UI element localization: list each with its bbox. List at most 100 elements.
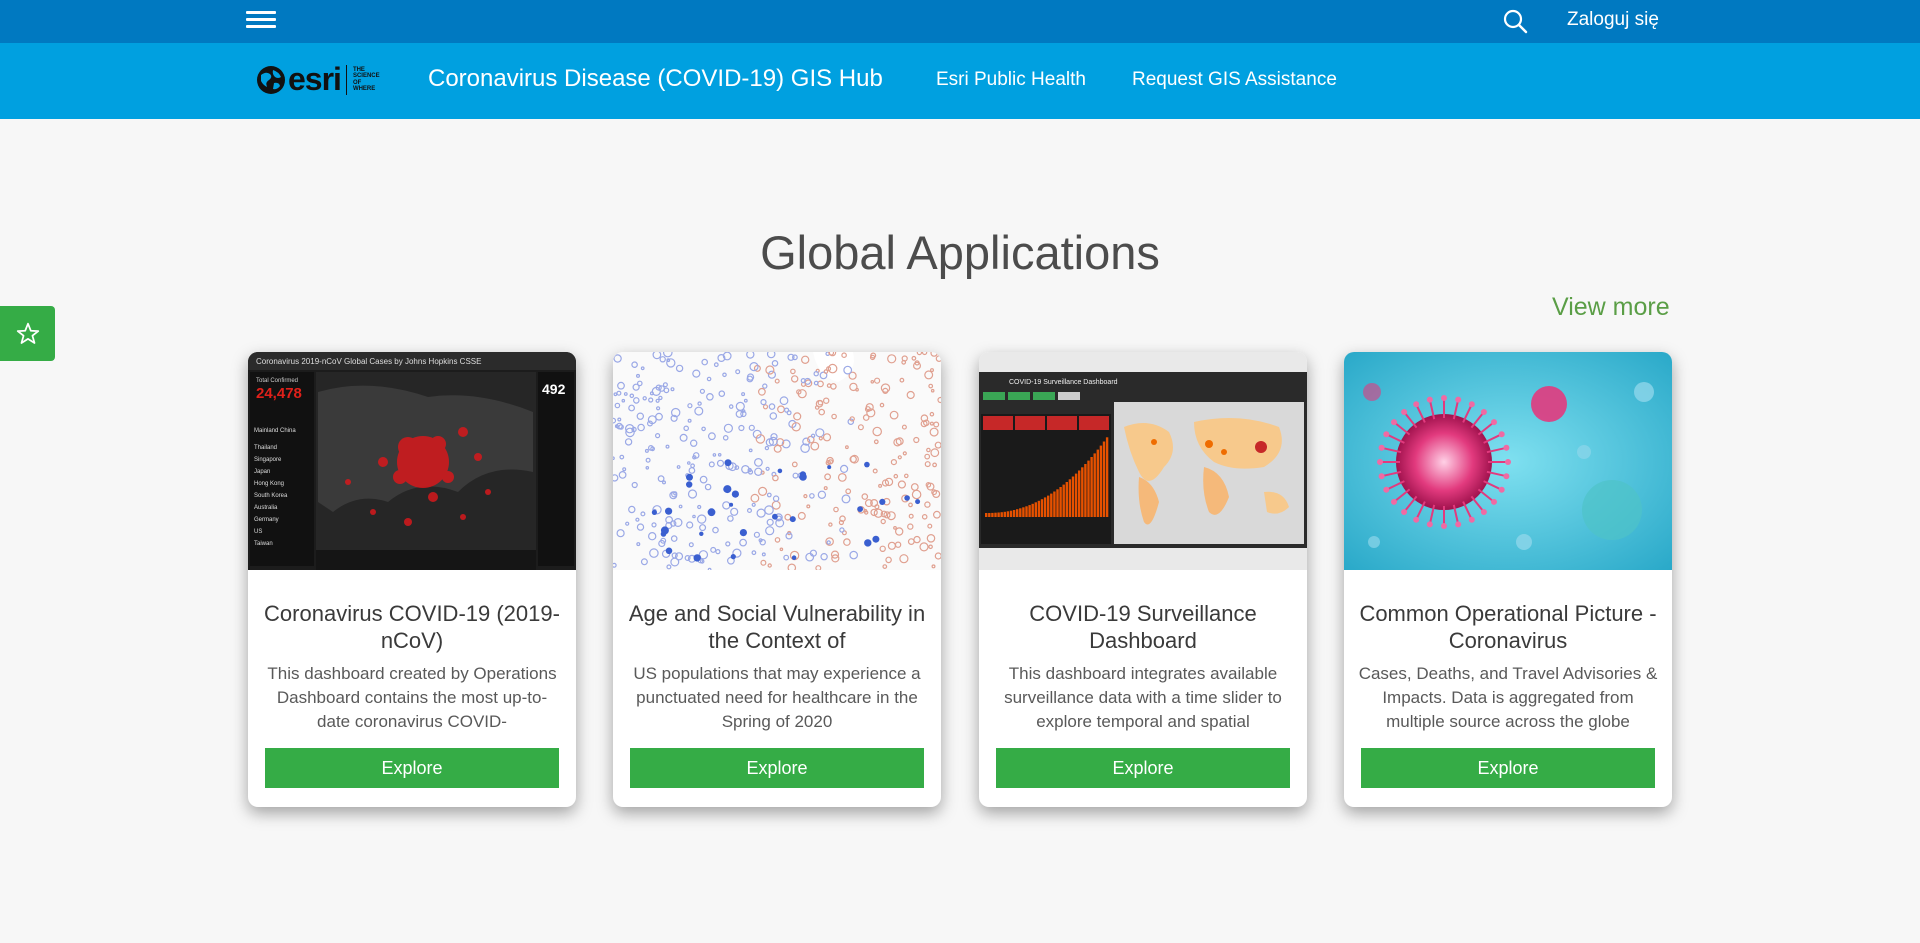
decorative-dot — [686, 473, 693, 481]
decorative-bar — [1056, 489, 1059, 517]
decorative-spike-tip — [1468, 516, 1475, 523]
decorative-bar — [1062, 484, 1065, 517]
decorative-bar — [1099, 445, 1103, 517]
decorative-bar — [1019, 508, 1022, 517]
decorative-spike-tip — [1413, 401, 1420, 408]
decorative-spike-tip — [1391, 498, 1397, 505]
menu-icon[interactable] — [246, 7, 276, 35]
thumb-country: Japan — [254, 469, 270, 475]
thumb-total-value: 24,478 — [256, 385, 302, 402]
decorative-dot — [730, 554, 736, 560]
nav-link-request-gis-assistance[interactable]: Request GIS Assistance — [1132, 69, 1337, 91]
decorative-bar — [1078, 470, 1081, 517]
login-link[interactable]: Zaloguj się — [1567, 9, 1659, 31]
decorative-bar — [1074, 473, 1078, 517]
card-description: US populations that may experience a pun… — [633, 664, 921, 731]
explore-button[interactable]: Explore — [1361, 748, 1655, 788]
decorative-bar — [1047, 495, 1050, 517]
nav-link-esri-public-health[interactable]: Esri Public Health — [936, 69, 1086, 91]
decorative-bar — [1006, 511, 1010, 517]
decorative-bar — [985, 513, 988, 517]
thumb-country: Hong Kong — [254, 481, 284, 487]
decorative-bar — [988, 513, 991, 517]
hub-title[interactable]: Coronavirus Disease (COVID-19) GIS Hub — [428, 65, 883, 93]
decorative-spike-tip — [1401, 509, 1408, 515]
decorative-bar — [1065, 482, 1068, 517]
decorative-spike-tip — [1491, 498, 1497, 505]
app-card-covid19-surveillance[interactable]: COVID-19 Surveillance Dashboard COVID-19… — [979, 352, 1307, 807]
decorative-spike-tip — [1480, 409, 1487, 415]
decorative-bar — [1087, 460, 1090, 517]
logo-divider — [345, 64, 347, 95]
logo-wordmark: esri — [288, 61, 342, 97]
decorative-bar — [1025, 506, 1028, 517]
decorative-bar — [1084, 464, 1087, 517]
thumb-country: South Korea — [254, 493, 288, 499]
decorative-dot — [879, 498, 886, 505]
esri-logo[interactable]: esri THE SCIENCE OF WHERE — [256, 61, 385, 98]
decorative-spike-tip — [1503, 444, 1510, 451]
explore-button[interactable]: Explore — [996, 748, 1290, 788]
explore-button[interactable]: Explore — [265, 748, 559, 788]
top-bar: Zaloguj się — [0, 0, 1920, 43]
card-description: This dashboard integrates available surv… — [1004, 664, 1282, 731]
decorative-dot — [789, 516, 796, 523]
decorative-bar — [1071, 476, 1075, 517]
view-more-link[interactable]: View more — [1552, 293, 1670, 322]
decorative-dot — [665, 507, 673, 515]
decorative-dot — [739, 529, 747, 537]
decorative-dot — [777, 468, 783, 474]
thumb-country: Singapore — [254, 457, 282, 463]
decorative-spike-tip — [1426, 396, 1433, 403]
thumb-country: Taiwan — [254, 541, 273, 547]
decorative-spike-tip — [1391, 419, 1397, 426]
hub-navbar: esri THE SCIENCE OF WHERE Coronavirus Di… — [0, 43, 1920, 119]
decorative-dot — [904, 495, 910, 501]
decorative-spike-tip — [1455, 396, 1462, 403]
thumb-side-number: 492 — [542, 381, 566, 397]
thumb-country: US — [254, 529, 262, 535]
app-card-age-social-vulnerability[interactable]: Age and Social Vulnerability in the Cont… — [613, 352, 941, 807]
card-thumbnail[interactable]: COVID-19 Surveillance Dashboard — [979, 352, 1307, 570]
app-card-coronavirus-dashboard[interactable]: Coronavirus 2019-nCoV Global Cases by Jo… — [248, 352, 576, 807]
decorative-bar — [1096, 449, 1099, 517]
thumb-header: COVID-19 Surveillance Dashboard — [1009, 379, 1118, 386]
decorative-dot — [731, 490, 739, 498]
card-title[interactable]: Coronavirus COVID-19 (2019-nCoV) — [262, 600, 562, 656]
explore-button[interactable]: Explore — [630, 748, 924, 788]
decorative-spike-tip — [1498, 486, 1505, 493]
decorative-bar — [1012, 510, 1016, 517]
card-thumbnail[interactable] — [1344, 352, 1672, 570]
decorative-spike-tip — [1441, 523, 1447, 529]
app-card-common-operational-picture[interactable]: Common Operational Picture - Coronavirus… — [1344, 352, 1672, 807]
decorative-bar — [1081, 467, 1084, 517]
decorative-dot — [699, 531, 704, 536]
logo-tagline: THE SCIENCE OF WHERE — [352, 66, 380, 93]
decorative-spike-tip — [1413, 516, 1420, 523]
card-thumbnail[interactable]: Coronavirus 2019-nCoV Global Cases by Jo… — [248, 352, 576, 570]
decorative-dot — [772, 513, 778, 520]
decorative-bar — [1040, 499, 1044, 517]
decorative-spike-tip — [1383, 431, 1390, 438]
search-icon[interactable] — [1502, 8, 1530, 36]
decorative-dot — [693, 554, 701, 562]
card-thumbnail[interactable] — [613, 352, 941, 570]
favorite-tab[interactable] — [0, 306, 55, 361]
decorative-bar — [1003, 511, 1006, 517]
decorative-dot — [665, 547, 673, 555]
decorative-spike-tip — [1401, 409, 1408, 415]
card-title[interactable]: Common Operational Picture - Coronavirus — [1358, 600, 1658, 656]
decorative-bar — [994, 512, 997, 517]
section-title: Global Applications — [760, 226, 1160, 279]
decorative-spike-tip — [1491, 419, 1497, 426]
card-title[interactable]: Age and Social Vulnerability in the Cont… — [627, 600, 927, 656]
decorative-spike-tip — [1468, 401, 1475, 408]
card-description: Cases, Deaths, and Travel Advisories & I… — [1358, 664, 1658, 731]
thumb-header: Coronavirus 2019-nCoV Global Cases by Jo… — [256, 357, 481, 366]
decorative-bar — [1037, 500, 1041, 517]
decorative-dot — [724, 459, 732, 467]
decorative-bar — [1102, 441, 1106, 517]
card-title[interactable]: COVID-19 Surveillance Dashboard — [993, 600, 1293, 656]
decorative-dot — [723, 485, 732, 494]
decorative-spike-tip — [1455, 521, 1462, 528]
